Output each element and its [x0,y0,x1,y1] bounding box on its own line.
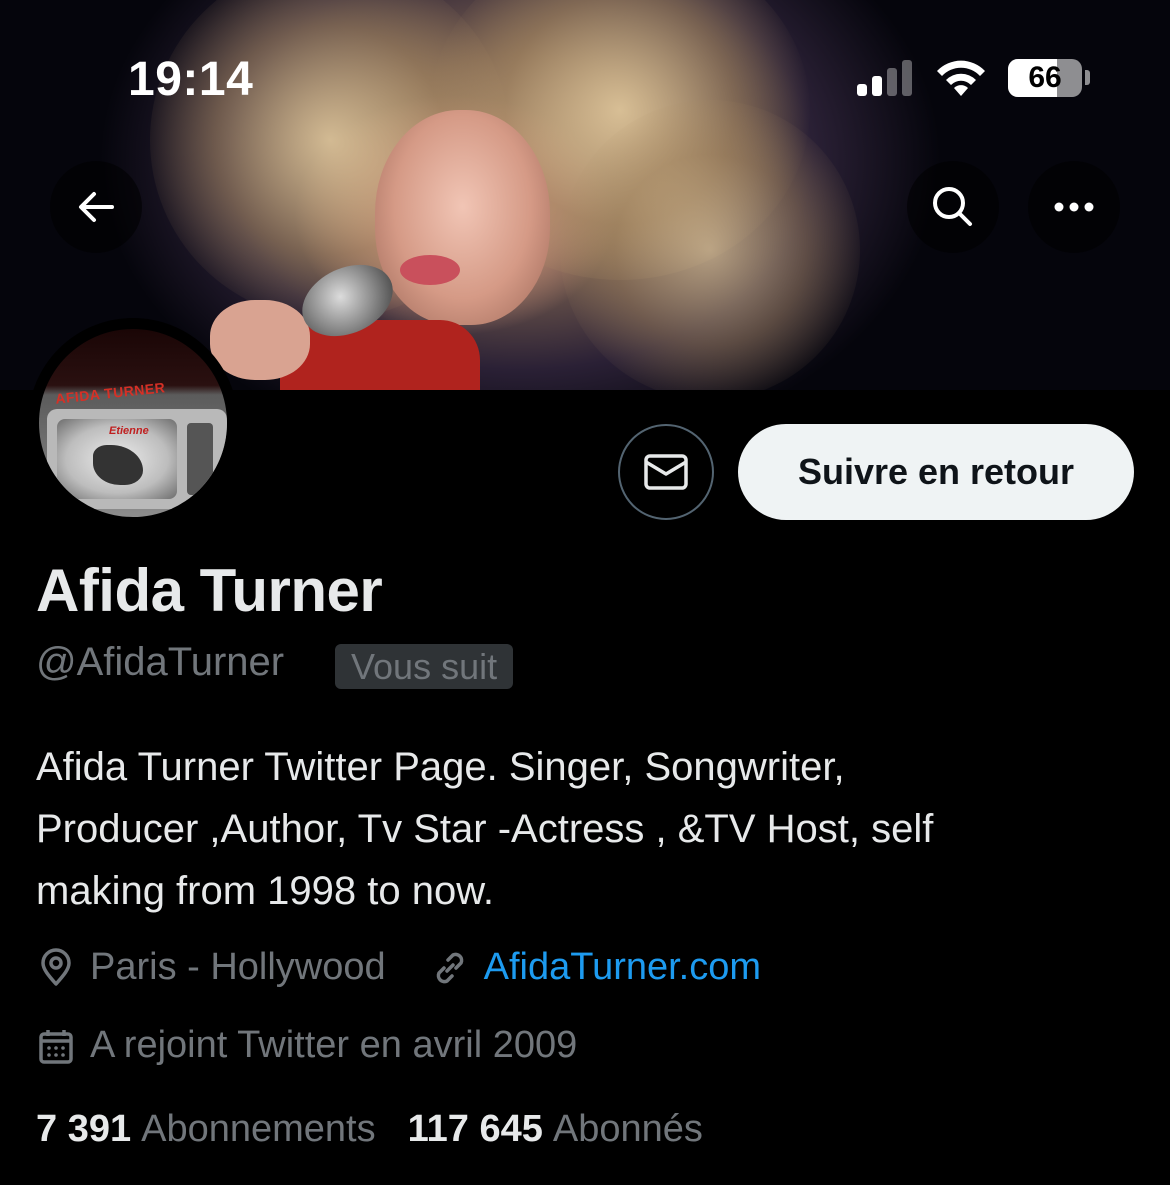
follows-you-badge: Vous suit [335,644,514,689]
avatar-image: AFIDA TURNER Etienne [39,329,227,517]
following-link[interactable]: 7 391 Abonnements [36,1108,408,1151]
mail-icon [644,454,688,490]
tv-icon: Etienne [47,409,227,509]
signal-bar [902,60,912,96]
arrow-left-icon [79,192,114,222]
dancer-figure [93,445,143,485]
location-pin-icon [41,947,71,986]
battery-level: 66 [1028,61,1062,94]
tv-screen: Etienne [57,419,177,499]
username-handle: @AfidaTurner [36,640,285,684]
location-text: Paris - Hollywood [90,946,386,988]
cellular-signal-icon [857,58,913,96]
website-item[interactable]: AfidaTurner.com [430,946,761,989]
tv-knobs [187,423,213,495]
battery-icon: 66 [1008,59,1082,97]
joined-row: A rejoint Twitter en avril 2009 [36,1024,621,1067]
signal-bar [857,84,867,96]
followers-count: 117 645 [407,1108,543,1150]
profile-avatar[interactable]: AFIDA TURNER Etienne [28,318,238,528]
followers-link[interactable]: 117 645 Abonnés [408,1108,735,1151]
status-time: 19:14 [128,53,254,106]
back-button[interactable] [50,161,142,253]
search-icon [933,187,972,226]
battery-nub [1085,70,1090,85]
search-button[interactable] [907,161,999,253]
calendar-icon [39,1029,73,1064]
following-count: 7 391 [36,1108,132,1150]
tv-screen-label: Etienne [109,425,149,437]
location-item: Paris - Hollywood [36,946,386,989]
more-button[interactable] [1028,161,1120,253]
avatar-logo-text: AFIDA TURNER [54,379,167,407]
banner-lips [400,255,460,285]
more-horizontal-icon [1054,202,1094,212]
banner-shirt [280,320,480,390]
profile-bio: Afida Turner Twitter Page. Singer, Songw… [36,745,934,913]
wifi-icon [937,60,985,96]
follow-back-button[interactable]: Suivre en retour [738,424,1134,520]
banner-face [375,110,550,325]
following-label: Abonnements [141,1108,376,1150]
signal-bar [887,68,897,96]
followers-label: Abonnés [552,1108,703,1150]
signal-bar [872,76,882,96]
message-button[interactable] [618,424,714,520]
joined-item: A rejoint Twitter en avril 2009 [36,1024,577,1067]
link-icon [436,952,463,983]
joined-text: A rejoint Twitter en avril 2009 [90,1024,578,1066]
website-link[interactable]: AfidaTurner.com [484,946,761,989]
banner-hair [560,100,860,390]
profile-meta-row: Paris - Hollywood AfidaTurner.com [36,946,805,989]
follow-counts: 7 391 Abonnements 117 645 Abonnés [36,1108,735,1151]
display-name: Afida Turner [36,557,383,624]
banner-hand [210,300,310,380]
